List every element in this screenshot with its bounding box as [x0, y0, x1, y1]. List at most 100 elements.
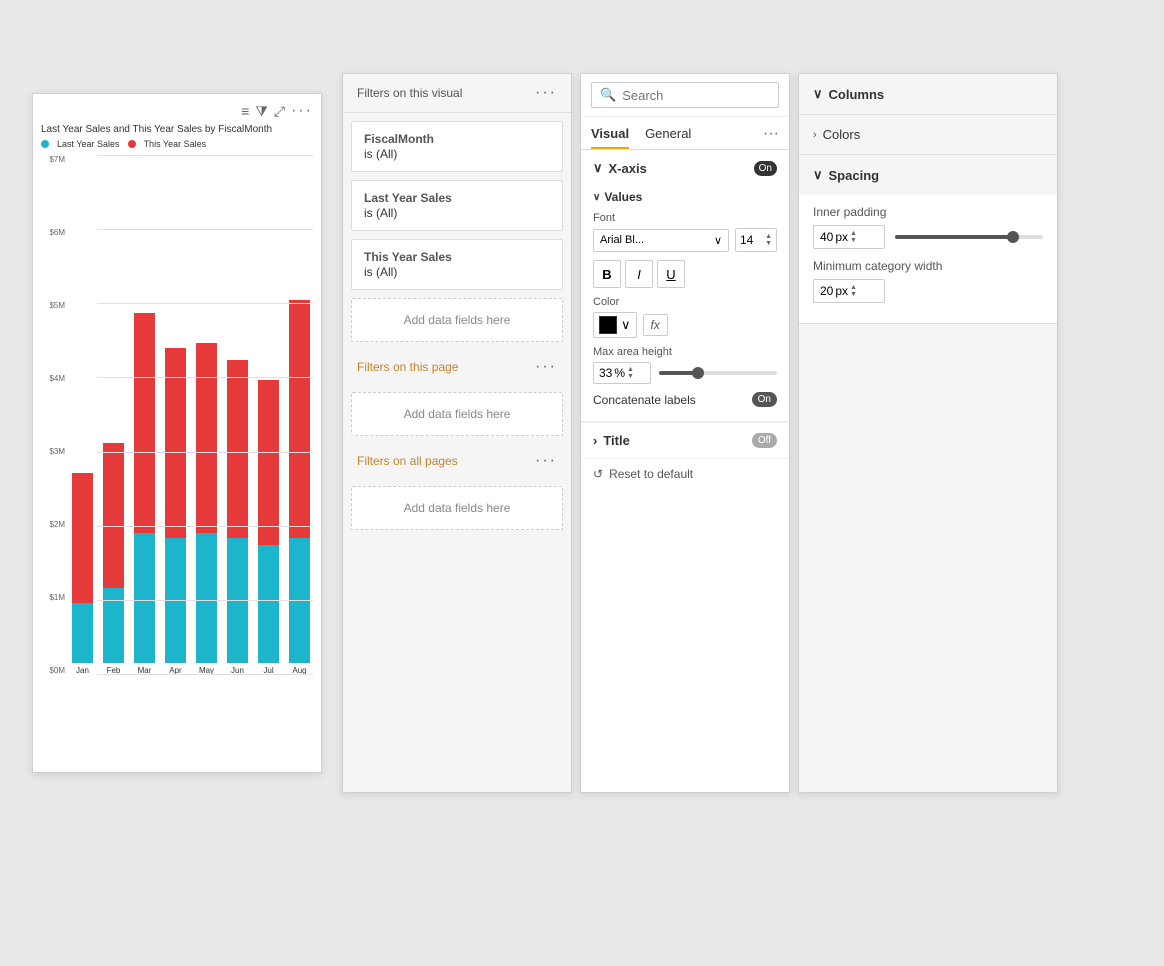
bar-lastyear-jan	[72, 603, 94, 663]
right-panel: ∨ Columns › Colors ∨ Spacing Inner paddi…	[798, 73, 1058, 793]
filter-fiscal-title: FiscalMonth	[364, 132, 550, 146]
font-size-up[interactable]: ▲	[765, 233, 772, 240]
chart-legend: Last Year Sales This Year Sales	[41, 139, 313, 149]
y-label-7m: $7M	[41, 155, 65, 164]
y-label-3m: $3M	[41, 447, 65, 456]
max-area-slider[interactable]	[659, 371, 777, 375]
underline-button[interactable]: U	[657, 260, 685, 288]
bar-stack-aug	[286, 300, 313, 663]
colors-section-header[interactable]: › Colors	[799, 115, 1057, 154]
inner-padding-down[interactable]: ▼	[850, 237, 857, 244]
concatenate-toggle[interactable]: On	[752, 392, 777, 407]
add-data-page-label: Add data fields here	[404, 407, 511, 421]
title-toggle[interactable]: Off	[752, 433, 777, 448]
bar-thisyear-may	[196, 343, 218, 533]
filter-card-fiscalmonth[interactable]: FiscalMonth is (All)	[351, 121, 563, 172]
spacing-section: ∨ Spacing Inner padding 40 px ▲ ▼	[799, 155, 1057, 324]
filter-fiscal-value: is (All)	[364, 147, 397, 161]
filter-card-lastyear[interactable]: Last Year Sales is (All)	[351, 180, 563, 231]
xaxis-chevron: ∨	[593, 160, 603, 176]
colors-section: › Colors	[799, 115, 1057, 155]
filters-allpages-more[interactable]: ···	[535, 452, 557, 470]
values-chevron: ∨	[593, 192, 600, 203]
y-label-4m: $4M	[41, 374, 65, 383]
bar-thisyear-feb	[103, 443, 125, 588]
filters-page-more[interactable]: ···	[535, 358, 557, 376]
bar-stack-jul	[255, 380, 282, 663]
legend-dot-lastyear	[41, 140, 49, 148]
spacing-section-header[interactable]: ∨ Spacing	[799, 155, 1057, 195]
legend-label-lastyear: Last Year Sales	[57, 139, 120, 149]
title-section[interactable]: › Title Off	[581, 422, 789, 458]
inner-padding-up[interactable]: ▲	[850, 230, 857, 237]
font-label: Font	[593, 212, 777, 224]
bold-button[interactable]: B	[593, 260, 621, 288]
min-category-label: Minimum category width	[813, 259, 1043, 273]
columns-section-header[interactable]: ∨ Columns	[799, 74, 1057, 114]
reset-label: Reset to default	[609, 467, 693, 481]
max-area-row: 33 % ▲ ▼	[593, 362, 777, 384]
font-name: Arial Bl...	[600, 234, 644, 246]
search-input-wrap[interactable]: 🔍	[591, 82, 779, 108]
bar-lastyear-apr	[165, 538, 187, 663]
percent-input[interactable]: 33 % ▲ ▼	[593, 362, 651, 384]
font-size-input[interactable]: 14 ▲ ▼	[735, 228, 777, 252]
tab-general[interactable]: General	[645, 126, 691, 149]
filters-page-title: Filters on this page	[357, 360, 458, 374]
tab-more-options[interactable]: ···	[763, 125, 779, 149]
font-size-stepper[interactable]: ▲ ▼	[765, 233, 772, 247]
min-category-stepper[interactable]: ▲ ▼	[850, 284, 857, 298]
columns-label: Columns	[829, 87, 885, 102]
bar-thisyear-mar	[134, 313, 156, 533]
reset-row[interactable]: ↺ Reset to default	[581, 458, 789, 489]
min-category-down[interactable]: ▼	[850, 291, 857, 298]
bar-lastyear-may	[196, 533, 218, 663]
color-row: ∨ fx	[593, 312, 777, 338]
bar-lastyear-feb	[103, 588, 125, 663]
font-size-down[interactable]: ▼	[765, 240, 772, 247]
values-subsection-header: ∨ Values	[593, 190, 777, 204]
filters-visual-more[interactable]: ···	[535, 84, 557, 102]
bar-label-aug: Aug	[292, 666, 306, 675]
min-category-up[interactable]: ▲	[850, 284, 857, 291]
color-swatch-wrap[interactable]: ∨	[593, 312, 637, 338]
xaxis-toggle[interactable]: On	[754, 161, 777, 176]
bar-label-may: May	[199, 666, 214, 675]
search-input[interactable]	[622, 88, 790, 103]
bar-label-feb: Feb	[107, 666, 121, 675]
percent-stepper[interactable]: ▲ ▼	[627, 366, 634, 380]
concatenate-label: Concatenate labels	[593, 393, 696, 407]
inner-padding-slider[interactable]	[895, 235, 1043, 239]
font-select-dropdown[interactable]: Arial Bl... ∨	[593, 229, 729, 252]
bar-thisyear-aug	[289, 300, 311, 538]
filter-icon[interactable]: ⧩	[255, 103, 268, 120]
search-bar: 🔍	[581, 74, 789, 117]
filter-thisyear-value: is (All)	[364, 265, 397, 279]
add-data-visual[interactable]: Add data fields here	[351, 298, 563, 342]
add-data-page[interactable]: Add data fields here	[351, 392, 563, 436]
inner-padding-stepper[interactable]: ▲ ▼	[850, 230, 857, 244]
more-options-icon[interactable]: ···	[291, 102, 313, 120]
legend-label-thisyear: This Year Sales	[144, 139, 207, 149]
bar-group-may: May	[193, 343, 220, 675]
filter-card-thisyear[interactable]: This Year Sales is (All)	[351, 239, 563, 290]
min-category-unit: px	[835, 284, 848, 298]
concatenate-row: Concatenate labels On	[593, 392, 777, 407]
bar-label-mar: Mar	[138, 666, 152, 675]
percent-down[interactable]: ▼	[627, 373, 634, 380]
legend-dot-thisyear	[128, 140, 136, 148]
fx-button[interactable]: fx	[643, 314, 668, 336]
percent-up[interactable]: ▲	[627, 366, 634, 373]
italic-button[interactable]: I	[625, 260, 653, 288]
tabs-bar: Visual General ···	[581, 117, 789, 150]
max-area-row-wrap: Max area height 33 % ▲ ▼	[593, 346, 777, 384]
tab-visual[interactable]: Visual	[591, 126, 629, 149]
hamburger-icon[interactable]: ≡	[241, 103, 249, 119]
xaxis-section-header[interactable]: ∨ X-axis On	[581, 150, 789, 186]
inner-padding-input[interactable]: 40 px ▲ ▼	[813, 225, 885, 249]
add-data-allpages[interactable]: Add data fields here	[351, 486, 563, 530]
columns-section: ∨ Columns	[799, 74, 1057, 115]
min-category-input[interactable]: 20 px ▲ ▼	[813, 279, 885, 303]
expand-icon[interactable]: ⤢	[274, 103, 285, 120]
percent-value: 33	[599, 366, 612, 380]
